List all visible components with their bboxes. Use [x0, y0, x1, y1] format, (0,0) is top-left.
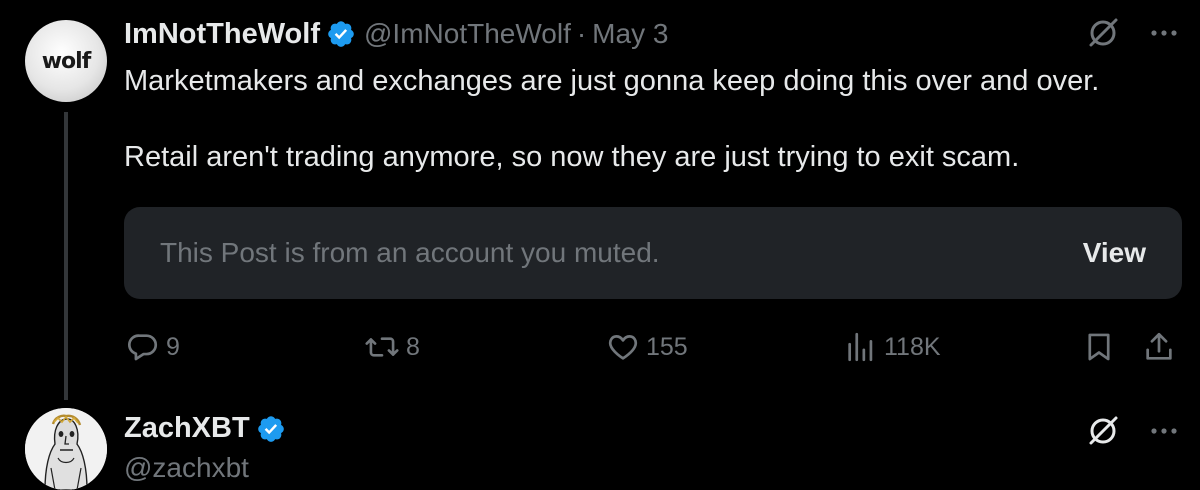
- view-button[interactable]: View: [1083, 237, 1146, 269]
- repost-count: 8: [406, 332, 420, 361]
- like-button[interactable]: 155: [606, 325, 688, 369]
- bookmark-button[interactable]: [1082, 325, 1116, 369]
- reply-button[interactable]: 9: [126, 325, 180, 369]
- separator-dot: ·: [576, 18, 587, 49]
- reply-author-name[interactable]: ZachXBT: [124, 412, 250, 445]
- bookmark-icon: [1082, 330, 1116, 364]
- tweet-text: Marketmakers and exchanges are just gonn…: [124, 62, 1184, 176]
- tweet-text-line: Retail aren't trading anymore, so now th…: [124, 141, 1020, 173]
- author-handle[interactable]: @ImNotTheWolf: [364, 18, 571, 50]
- author-name[interactable]: ImNotTheWolf: [124, 18, 320, 51]
- author-avatar[interactable]: wolf: [25, 20, 107, 102]
- share-button[interactable]: [1142, 325, 1176, 369]
- muted-quote-card[interactable]: This Post is from an account you muted. …: [124, 207, 1182, 299]
- more-icon[interactable]: [1150, 426, 1178, 436]
- reply-icon: [126, 330, 160, 364]
- grok-icon[interactable]: [1086, 414, 1120, 448]
- like-icon: [606, 330, 640, 364]
- repost-button[interactable]: 8: [364, 325, 420, 369]
- views-count: 118K: [884, 332, 941, 361]
- tweet-top-actions: [1086, 16, 1178, 50]
- sketch-avatar-icon: [25, 408, 107, 490]
- like-count: 155: [646, 332, 688, 361]
- verified-badge-icon: [326, 19, 356, 49]
- tweet-date[interactable]: May 3: [592, 18, 668, 50]
- verified-badge-icon: [256, 414, 286, 444]
- share-icon: [1142, 330, 1176, 364]
- views-button[interactable]: 118K: [844, 325, 941, 369]
- more-icon[interactable]: [1150, 28, 1178, 38]
- reply-author-handle[interactable]: @zachxbt: [124, 452, 249, 484]
- repost-icon: [364, 330, 400, 364]
- reply-author-avatar[interactable]: [25, 408, 107, 490]
- tweet-action-bar: 9 8 155 118K: [124, 325, 1180, 369]
- reply-top-actions: [1086, 414, 1178, 448]
- avatar-logo-text: wolf: [41, 48, 92, 74]
- reply-author-header: ZachXBT: [124, 412, 294, 445]
- tweet-header: ImNotTheWolf @ImNotTheWolf · May 3: [124, 12, 668, 56]
- thread-connector-line: [64, 112, 68, 400]
- muted-notice: This Post is from an account you muted.: [160, 237, 660, 268]
- grok-icon[interactable]: [1086, 16, 1120, 50]
- views-icon: [844, 330, 878, 364]
- tweet[interactable]: wolf ImNotTheWolf @ImNotTheWolf · May 3: [0, 0, 1200, 400]
- reply-count: 9: [166, 332, 180, 361]
- tweet-text-line: Marketmakers and exchanges are just gonn…: [124, 65, 1100, 97]
